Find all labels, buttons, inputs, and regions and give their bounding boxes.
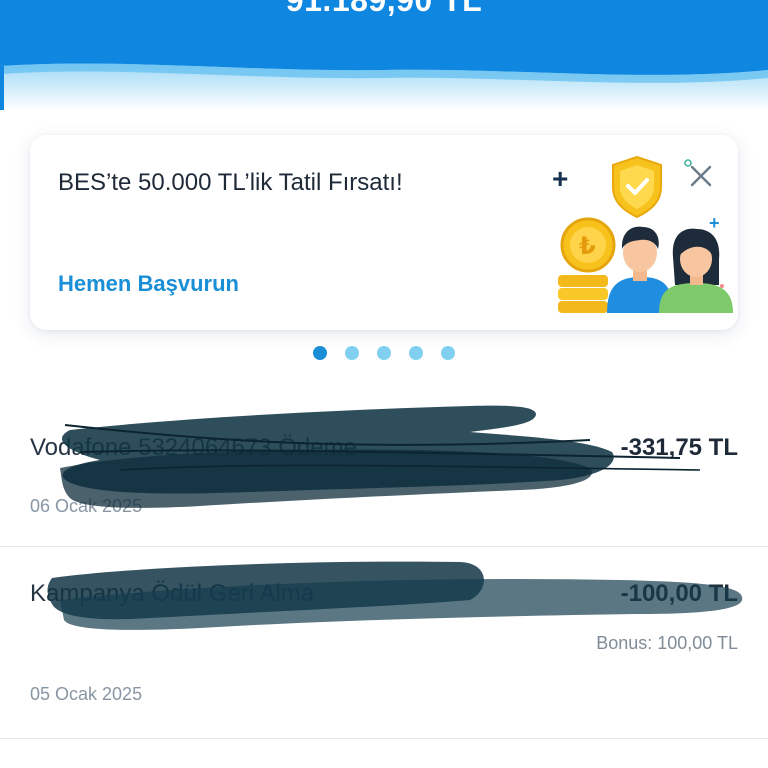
transaction-date: 05 Ocak 2025 [30, 684, 143, 704]
balance-header: 91.189,90 TL [0, 0, 768, 110]
apply-now-link[interactable]: Hemen Başvurun [58, 271, 239, 297]
transaction-amount: -100,00 TL [620, 580, 738, 607]
woman-avatar-icon [659, 228, 733, 313]
row-divider [0, 738, 768, 739]
svg-text:₺: ₺ [579, 232, 596, 260]
carousel-indicator[interactable] [313, 346, 455, 360]
carousel-dot-4[interactable] [409, 346, 423, 360]
promo-illustration: + ₺ [558, 155, 733, 313]
carousel-dot-2[interactable] [345, 346, 359, 360]
shield-check-icon [612, 155, 662, 219]
promo-card[interactable]: BES’te 50.000 TL’lik Tatil Fırsatı! Heme… [30, 135, 738, 330]
carousel-dot-1[interactable] [313, 346, 327, 360]
coin-stack-icon: ₺ [558, 217, 616, 313]
transaction-title: Kampanya Ödül Geri Alma [30, 580, 315, 607]
transaction-date: 06 Ocak 2025 [30, 496, 143, 516]
carousel-dot-5[interactable] [441, 346, 455, 360]
transaction-bonus: Bonus: 100,00 TL [596, 633, 738, 653]
transaction-title: Vodafone 5324064673 Ödeme [30, 434, 357, 461]
transactions-screen: 91.189,90 TL BES’te 50.000 TL’lik Tatil … [0, 0, 768, 768]
sparkle-icon [684, 159, 692, 167]
svg-text:+: + [709, 213, 720, 233]
transaction-amount: -331,75 TL [620, 434, 738, 461]
promo-title: BES’te 50.000 TL’lik Tatil Fırsatı! [58, 169, 403, 196]
account-balance: 91.189,90 TL [285, 0, 483, 18]
row-divider [0, 546, 768, 547]
carousel-dot-3[interactable] [377, 346, 391, 360]
